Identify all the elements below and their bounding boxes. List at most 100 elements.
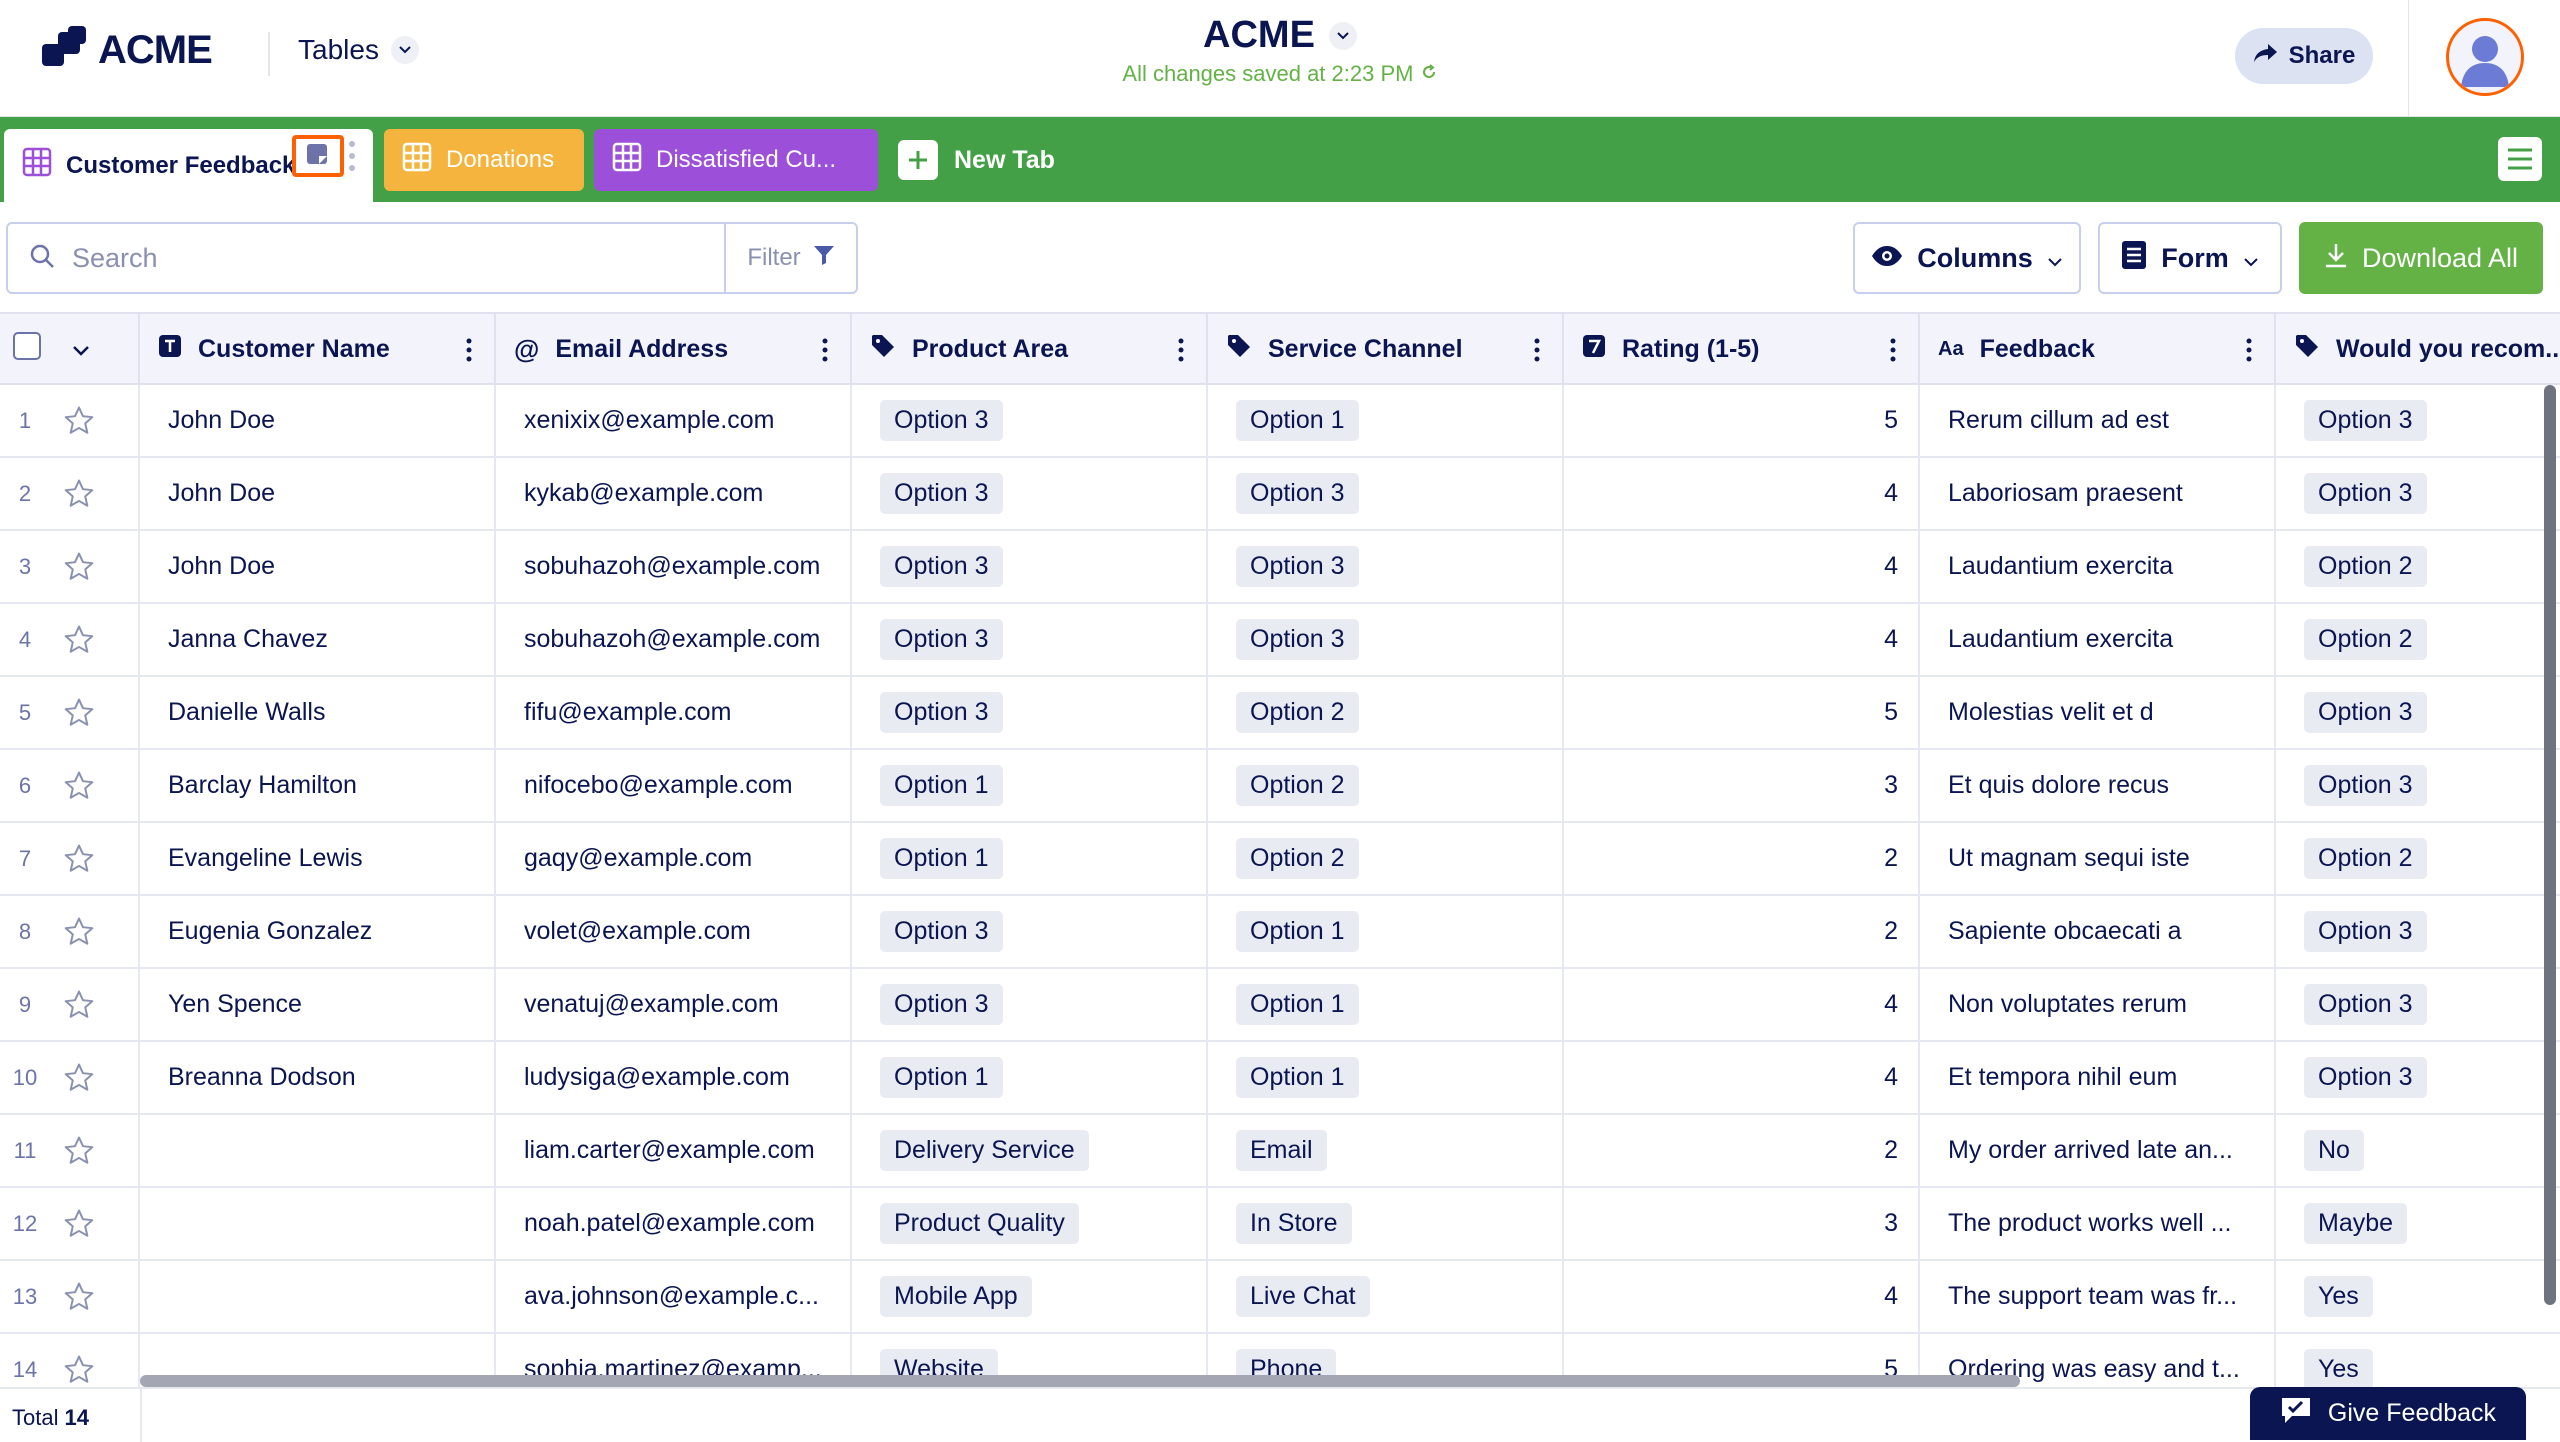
cell-email[interactable]: nifocebo@example.com (496, 750, 852, 821)
cell-would-recommend[interactable]: No (2276, 1115, 2560, 1186)
vertical-scrollbar[interactable] (2544, 385, 2556, 1305)
cell-rating[interactable]: 4 (1564, 604, 1920, 675)
tab-more-icon[interactable] (348, 139, 356, 178)
star-icon[interactable] (62, 404, 96, 445)
cell-customer-name[interactable]: Evangeline Lewis (140, 823, 496, 894)
cell-rating[interactable]: 5 (1564, 385, 1920, 456)
form-button[interactable]: Form (2098, 222, 2282, 294)
horizontal-scrollbar[interactable] (140, 1375, 2020, 1387)
cell-would-recommend[interactable]: Maybe (2276, 1188, 2560, 1259)
cell-service-channel[interactable]: Live Chat (1208, 1261, 1564, 1332)
cell-rating[interactable]: 2 (1564, 823, 1920, 894)
cell-would-recommend[interactable]: Option 3 (2276, 458, 2560, 529)
column-header-email-address[interactable]: @ Email Address (496, 314, 852, 385)
cell-feedback[interactable]: Laudantium exercita (1920, 531, 2276, 602)
cell-email[interactable]: noah.patel@example.com (496, 1188, 852, 1259)
column-menu-icon[interactable] (1178, 338, 1184, 369)
star-icon[interactable] (62, 1061, 96, 1102)
cell-would-recommend[interactable]: Option 2 (2276, 604, 2560, 675)
cell-rating[interactable]: 4 (1564, 531, 1920, 602)
cell-service-channel[interactable]: Option 1 (1208, 385, 1564, 456)
star-icon[interactable] (62, 696, 96, 737)
cell-customer-name[interactable] (140, 1261, 496, 1332)
cell-customer-name[interactable]: John Doe (140, 385, 496, 456)
cell-customer-name[interactable] (140, 1115, 496, 1186)
cell-product-area[interactable]: Option 3 (852, 531, 1208, 602)
cell-customer-name[interactable]: Breanna Dodson (140, 1042, 496, 1113)
cell-email[interactable]: xenixix@example.com (496, 385, 852, 456)
table-row[interactable]: 9 Yen Spence venatuj@example.com Option 3 Op… (0, 969, 2560, 1042)
cell-feedback[interactable]: The product works well ... (1920, 1188, 2276, 1259)
column-header-feedback[interactable]: Aa Feedback (1920, 314, 2276, 385)
cell-email[interactable]: gaqy@example.com (496, 823, 852, 894)
cell-service-channel[interactable]: Option 3 (1208, 604, 1564, 675)
cell-customer-name[interactable]: Janna Chavez (140, 604, 496, 675)
cell-feedback[interactable]: My order arrived late an... (1920, 1115, 2276, 1186)
hamburger-menu-icon[interactable] (2498, 137, 2542, 181)
cell-email[interactable]: sobuhazoh@example.com (496, 531, 852, 602)
cell-feedback[interactable]: Laboriosam praesent (1920, 458, 2276, 529)
cell-service-channel[interactable]: Option 1 (1208, 1042, 1564, 1113)
cell-feedback[interactable]: Molestias velit et d (1920, 677, 2276, 748)
search-input[interactable] (70, 241, 670, 275)
cell-customer-name[interactable]: John Doe (140, 458, 496, 529)
table-row[interactable]: 3 John Doe sobuhazoh@example.com Option 3 Op… (0, 531, 2560, 604)
cell-email[interactable]: sobuhazoh@example.com (496, 604, 852, 675)
star-icon[interactable] (62, 1353, 96, 1387)
cell-feedback[interactable]: Laudantium exercita (1920, 604, 2276, 675)
star-icon[interactable] (62, 477, 96, 518)
column-menu-icon[interactable] (1890, 338, 1896, 369)
cell-email[interactable]: ava.johnson@example.c... (496, 1261, 852, 1332)
cell-would-recommend[interactable]: Option 2 (2276, 823, 2560, 894)
cell-service-channel[interactable]: Option 3 (1208, 458, 1564, 529)
cell-feedback[interactable]: Non voluptates rerum (1920, 969, 2276, 1040)
cell-rating[interactable]: 5 (1564, 677, 1920, 748)
cell-service-channel[interactable]: Option 2 (1208, 677, 1564, 748)
column-menu-icon[interactable] (822, 338, 828, 369)
table-row[interactable]: 11 liam.carter@example.com Delivery Servic… (0, 1115, 2560, 1188)
chevron-down-icon[interactable] (72, 335, 90, 364)
cell-would-recommend[interactable]: Option 3 (2276, 1042, 2560, 1113)
cell-product-area[interactable]: Delivery Service (852, 1115, 1208, 1186)
cell-email[interactable]: liam.carter@example.com (496, 1115, 852, 1186)
table-row[interactable]: 12 noah.patel@example.com Product Quality I… (0, 1188, 2560, 1261)
cell-rating[interactable]: 2 (1564, 1115, 1920, 1186)
cell-rating[interactable]: 4 (1564, 969, 1920, 1040)
cell-service-channel[interactable]: Option 2 (1208, 823, 1564, 894)
cell-product-area[interactable]: Option 3 (852, 458, 1208, 529)
star-icon[interactable] (62, 988, 96, 1029)
table-row[interactable]: 8 Eugenia Gonzalez volet@example.com Option… (0, 896, 2560, 969)
cell-product-area[interactable]: Option 1 (852, 1042, 1208, 1113)
column-menu-icon[interactable] (2246, 338, 2252, 369)
cell-would-recommend[interactable]: Yes (2276, 1334, 2560, 1387)
column-header-would-you-recommend[interactable]: Would you recom... (2276, 314, 2560, 385)
share-button[interactable]: Share (2235, 28, 2373, 84)
cell-product-area[interactable]: Mobile App (852, 1261, 1208, 1332)
star-icon[interactable] (62, 915, 96, 956)
give-feedback-button[interactable]: Give Feedback (2250, 1387, 2526, 1440)
cell-email[interactable]: volet@example.com (496, 896, 852, 967)
star-icon[interactable] (62, 842, 96, 883)
cell-email[interactable]: fifu@example.com (496, 677, 852, 748)
cell-rating[interactable]: 3 (1564, 750, 1920, 821)
select-all-checkbox[interactable] (12, 331, 42, 368)
cell-product-area[interactable]: Option 3 (852, 969, 1208, 1040)
cell-email[interactable]: ludysiga@example.com (496, 1042, 852, 1113)
cell-product-area[interactable]: Option 1 (852, 823, 1208, 894)
cell-would-recommend[interactable]: Yes (2276, 1261, 2560, 1332)
table-row[interactable]: 6 Barclay Hamilton nifocebo@example.com Opt… (0, 750, 2560, 823)
cell-rating[interactable]: 2 (1564, 896, 1920, 967)
cell-product-area[interactable]: Option 3 (852, 677, 1208, 748)
cell-feedback[interactable]: Rerum cillum ad est (1920, 385, 2276, 456)
cell-email[interactable]: kykab@example.com (496, 458, 852, 529)
table-row[interactable]: 4 Janna Chavez sobuhazoh@example.com Option… (0, 604, 2560, 677)
cell-service-channel[interactable]: Email (1208, 1115, 1564, 1186)
cell-feedback[interactable]: Et tempora nihil eum (1920, 1042, 2276, 1113)
cell-feedback[interactable]: Sapiente obcaecati a (1920, 896, 2276, 967)
cell-rating[interactable]: 3 (1564, 1188, 1920, 1259)
cell-feedback[interactable]: The support team was fr... (1920, 1261, 2276, 1332)
table-row[interactable]: 1 John Doe xenixix@example.com Option 3 Opti… (0, 385, 2560, 458)
cell-product-area[interactable]: Option 3 (852, 385, 1208, 456)
star-icon[interactable] (62, 1280, 96, 1321)
cell-service-channel[interactable]: Option 1 (1208, 896, 1564, 967)
